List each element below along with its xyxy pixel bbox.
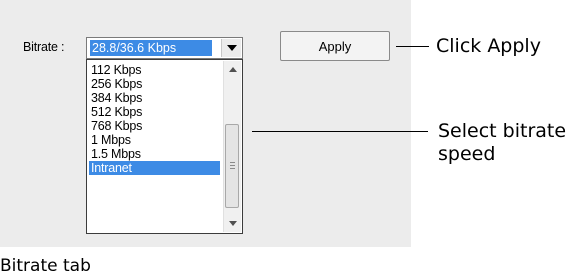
- apply-button[interactable]: Apply: [280, 31, 390, 61]
- scroll-up-button[interactable]: [224, 61, 241, 78]
- scroll-down-button[interactable]: [224, 215, 241, 232]
- callout-select-speed: speed: [438, 143, 496, 165]
- bitrate-selected-value: 28.8/36.6 Kbps: [90, 40, 212, 56]
- arrow-up-icon: [228, 67, 237, 72]
- bitrate-leader-line: [252, 131, 428, 132]
- scrollbar-thumb[interactable]: [225, 124, 239, 208]
- apply-leader-line: [396, 46, 429, 47]
- list-item-112-kbps[interactable]: 112 Kbps: [89, 63, 220, 77]
- bitrate-options-list[interactable]: 112 Kbps 256 Kbps 384 Kbps 512 Kbps 768 …: [86, 59, 243, 234]
- bitrate-dropdown[interactable]: 28.8/36.6 Kbps: [86, 37, 243, 59]
- list-item-1-5-mbps[interactable]: 1.5 Mbps: [89, 147, 220, 161]
- callout-select-bitrate: Select bitrate: [438, 120, 567, 142]
- vertical-scrollbar[interactable]: [223, 61, 241, 232]
- list-item-1-mbps[interactable]: 1 Mbps: [89, 133, 220, 147]
- arrow-down-icon: [228, 221, 237, 226]
- bitrate-label: Bitrate :: [23, 40, 65, 54]
- grip-line: [230, 168, 235, 169]
- grip-line: [230, 165, 235, 166]
- callout-click-apply: Click Apply: [436, 35, 541, 57]
- list-item-256-kbps[interactable]: 256 Kbps: [89, 77, 220, 91]
- bitrate-panel: Bitrate : 28.8/36.6 Kbps Apply 112 Kbps …: [0, 0, 411, 247]
- chevron-down-icon: [226, 45, 237, 51]
- list-item-768-kbps[interactable]: 768 Kbps: [89, 119, 220, 133]
- list-item-384-kbps[interactable]: 384 Kbps: [89, 91, 220, 105]
- dropdown-button[interactable]: [221, 39, 241, 57]
- list-item-intranet[interactable]: Intranet: [89, 161, 220, 175]
- grip-line: [230, 162, 235, 163]
- list-item-512-kbps[interactable]: 512 Kbps: [89, 105, 220, 119]
- figure-caption: Bitrate tab: [0, 256, 91, 276]
